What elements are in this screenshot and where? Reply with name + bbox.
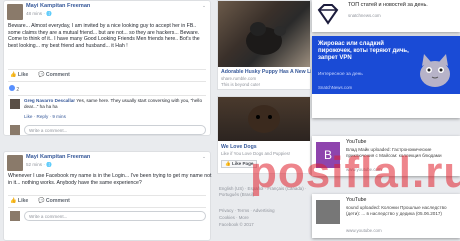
divider (8, 81, 206, 82)
comment-input[interactable]: Write a comment... (24, 125, 206, 135)
thumbs-up-icon: 👍 (10, 198, 17, 204)
watermark: posiflal.ru (250, 148, 460, 198)
reply-actions[interactable]: Like · Reply · 9 mins (24, 114, 66, 119)
husky-puppy-image[interactable] (218, 1, 310, 67)
commenter-avatar (10, 211, 20, 221)
reactions-summary[interactable]: 2 (9, 85, 19, 93)
suggested-post-1[interactable]: Adorable Husky Puppy Has A New Li share.… (217, 0, 311, 90)
comment-input[interactable]: Write a comment... (24, 211, 206, 221)
footer-copyright: Facebook © 2017 (219, 222, 254, 227)
divider (8, 95, 206, 96)
like-label: Like (17, 72, 29, 78)
thumbs-up-icon: 👍 (10, 72, 17, 78)
post-time[interactable]: 52 mins · (26, 162, 46, 167)
post-author[interactable]: Mayi Kampitan Freeman (26, 154, 90, 160)
notification-2[interactable]: Жировас или сладкий пирожочек, коты теря… (312, 36, 460, 118)
post-text: Whenever I use Facebook my name is in th… (8, 173, 212, 186)
author-avatar[interactable] (7, 155, 23, 171)
vpn-ad-banner[interactable]: Жировас или сладкий пирожочек, коты теря… (312, 36, 460, 94)
notification-site: www.youtube.com (346, 228, 382, 233)
like-label: Like (17, 198, 29, 204)
thumbs-up-icon: 👍 (225, 161, 231, 166)
globe-icon: 🌐 (46, 11, 52, 16)
post-card-2: Mayi Kampitan Freeman 52 mins · 🌐 ⌄ When… (3, 151, 211, 241)
comment-button[interactable]: 💬 Comment (38, 72, 70, 78)
notification-4[interactable]: YouTube sound uploaded: Колонки Прошлые … (312, 194, 460, 238)
footer-links-1[interactable]: Privacy · Terms · Advertising (219, 208, 275, 213)
reply-comment: Greg Navarro Descallar Yes, same here. T… (24, 98, 204, 109)
dog-photo-icon (246, 22, 286, 55)
reply-author[interactable]: Greg Navarro Descallar (24, 98, 75, 103)
divider (8, 207, 206, 208)
post-card-1: Mayi Kampitan Freeman 48 mins · 🌐 ⌄ Bewa… (3, 0, 211, 136)
ad-subline: Интересное за день (318, 72, 363, 77)
post-timestamp[interactable]: 48 mins · 🌐 (26, 11, 52, 17)
notification-source: YouTube (346, 139, 367, 145)
reaction-count: 2 (16, 87, 20, 93)
cat-illustration (416, 50, 454, 88)
post-options-icon[interactable]: ⌄ (202, 154, 206, 160)
like-reaction-icon (9, 85, 15, 91)
notification-text: sound uploaded: Колонки Прошлые наследст… (346, 205, 447, 216)
comment-button[interactable]: 💬 Comment (38, 198, 70, 204)
watermark-text: posiflal.ru (250, 148, 460, 197)
comment-label: Comment (45, 198, 70, 204)
comment-icon: 💬 (38, 72, 45, 78)
notification-title: ТОП статей и новостей за день. (348, 2, 428, 8)
like-button[interactable]: 👍 Like (10, 198, 28, 204)
footer-links-2[interactable]: Cookies · More (219, 215, 249, 220)
diamond-logo-icon (317, 4, 339, 25)
snatchnews-logo (315, 2, 341, 28)
post-author[interactable]: Mayi Kampitan Freeman (26, 3, 90, 9)
cat-icon (420, 54, 450, 87)
suggested-subtitle: This is beyond cute! (221, 82, 261, 87)
comment-label: Comment (45, 72, 70, 78)
suggested-title[interactable]: Adorable Husky Puppy Has A New Li (221, 69, 311, 75)
like-button[interactable]: 👍 Like (10, 72, 28, 78)
post-options-icon[interactable]: ⌄ (202, 3, 206, 9)
post-timestamp[interactable]: 52 mins · 🌐 (26, 162, 52, 168)
ad-headline: Жировас или сладкий пирожочек, коты теря… (318, 41, 409, 61)
author-avatar[interactable] (7, 4, 23, 20)
divider (8, 195, 206, 196)
ad-domain: SnatchNews.com (318, 85, 353, 90)
suggested-domain: share.rumble.com (221, 76, 257, 81)
dog-photo-icon (248, 105, 280, 133)
comment-icon: 💬 (38, 198, 45, 204)
dog-page-image[interactable] (218, 97, 310, 141)
commenter-avatar (10, 125, 20, 135)
notification-1[interactable]: ТОП статей и новостей за день. snatchnew… (312, 0, 460, 32)
video-thumbnail (316, 200, 340, 224)
reply-avatar[interactable] (10, 99, 20, 109)
divider (8, 69, 206, 70)
post-time[interactable]: 48 mins · (26, 11, 46, 16)
globe-icon: 🌐 (46, 162, 52, 167)
post-text: Beware... Almost everyday, I am invited … (8, 23, 200, 49)
notification-domain: snatchnews.com (348, 13, 381, 18)
